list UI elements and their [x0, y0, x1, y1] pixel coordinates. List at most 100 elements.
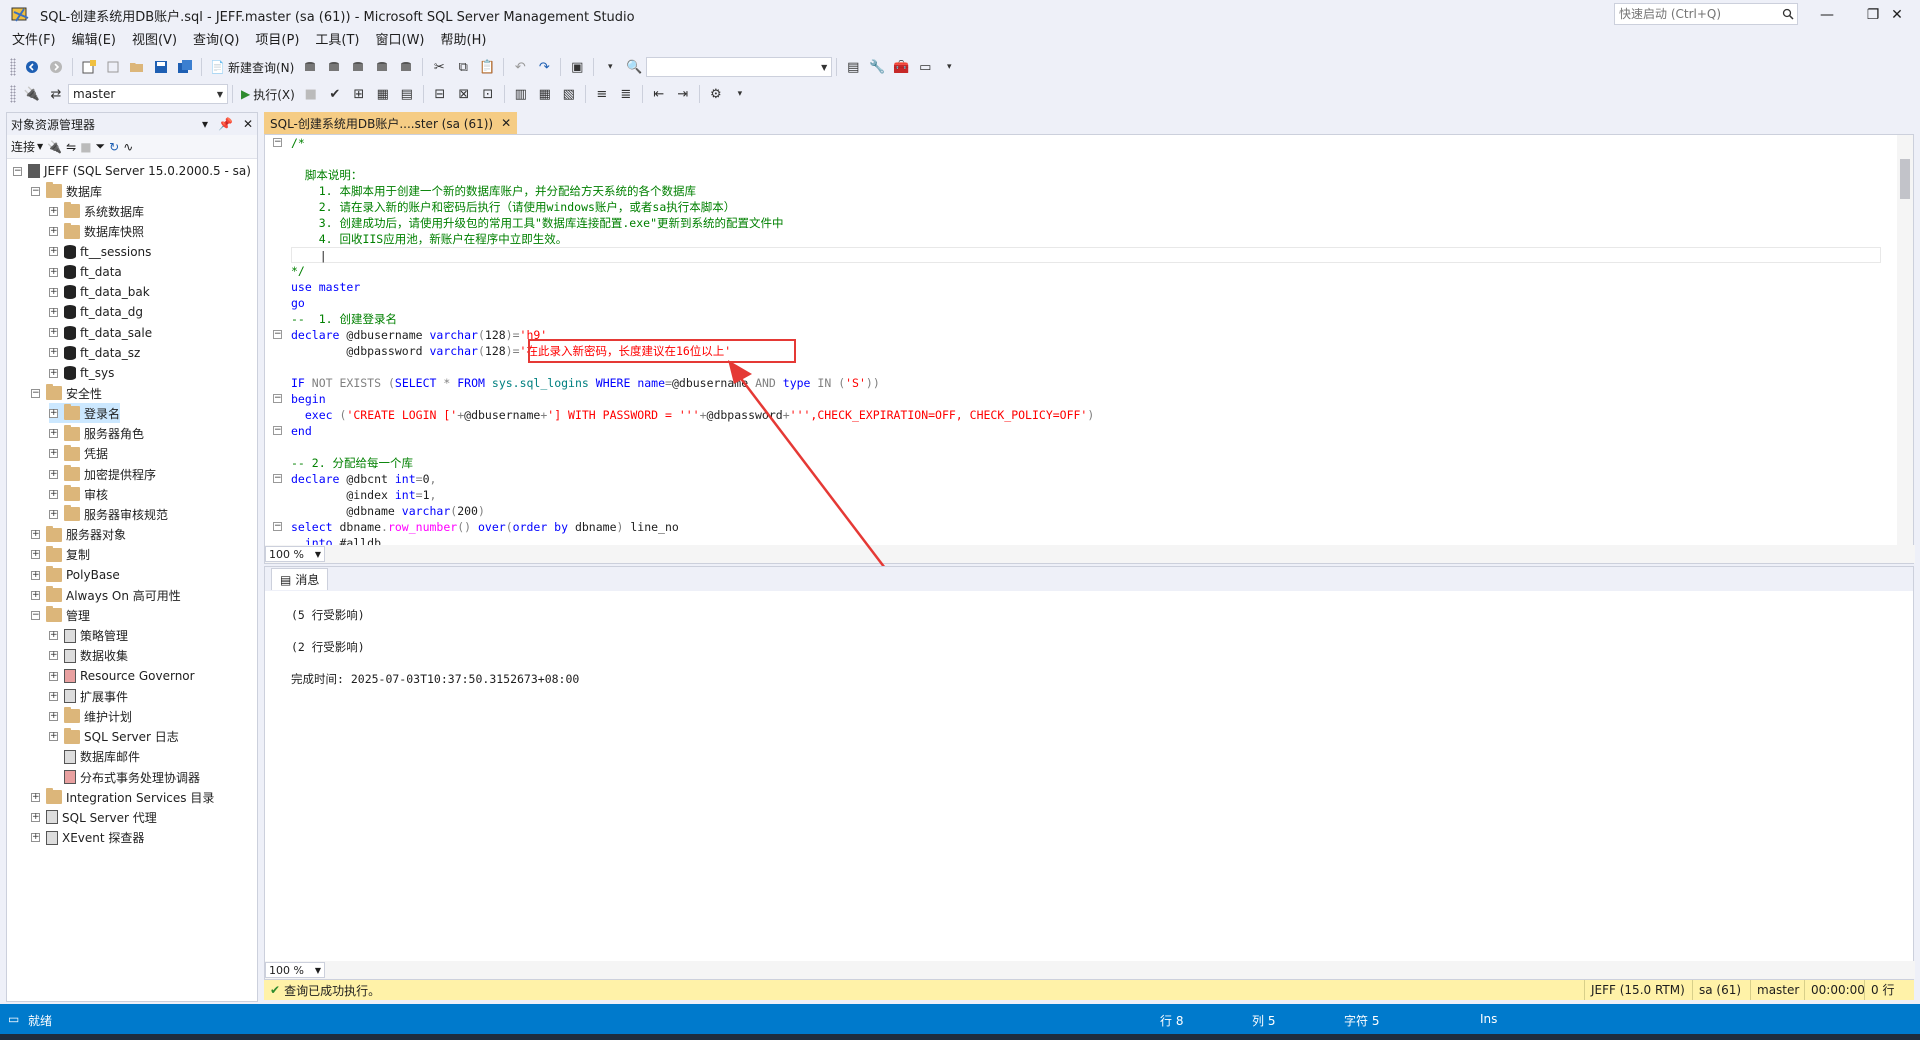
- expand-icon[interactable]: +: [49, 489, 58, 499]
- quick-launch-input[interactable]: [1615, 5, 1779, 23]
- save-icon[interactable]: [150, 56, 172, 78]
- customize-toolbar-icon[interactable]: ▾: [938, 56, 960, 78]
- collapse-icon[interactable]: −: [31, 610, 40, 620]
- tree-node[interactable]: + 服务器对象: [31, 525, 126, 545]
- stop-icon[interactable]: ■: [80, 140, 91, 154]
- tree-node[interactable]: + Always On 高可用性: [31, 585, 181, 605]
- results-horizontal-scrollbar[interactable]: 100 % ▼: [265, 961, 1915, 979]
- tree-node[interactable]: + ft_data_bak: [49, 282, 150, 302]
- new-project-icon[interactable]: [78, 56, 100, 78]
- open-file-icon[interactable]: [126, 56, 148, 78]
- tree-node[interactable]: + ft__sessions: [49, 242, 151, 262]
- window-layout-icon[interactable]: ▭: [914, 56, 936, 78]
- toolbox-icon[interactable]: 🧰: [890, 56, 912, 78]
- parse-icon[interactable]: ✔: [324, 83, 346, 105]
- minimize-button[interactable]: —: [1804, 0, 1850, 30]
- fold-icon[interactable]: −: [273, 138, 282, 147]
- redo-icon[interactable]: ↷: [533, 56, 555, 78]
- menu-edit[interactable]: 编辑(E): [64, 30, 124, 52]
- expand-icon[interactable]: +: [31, 812, 40, 822]
- tree-node[interactable]: − 数据库: [31, 181, 102, 201]
- refresh-icon[interactable]: ↻: [109, 140, 119, 154]
- tree-node[interactable]: + 系统数据库: [49, 201, 144, 221]
- dropdown-icon[interactable]: ▾: [202, 117, 208, 131]
- menu-help[interactable]: 帮助(H): [433, 30, 495, 52]
- fold-icon[interactable]: −: [273, 330, 282, 339]
- close-tab-icon[interactable]: ✕: [501, 116, 511, 130]
- tree-node[interactable]: + ft_data_sale: [49, 323, 152, 343]
- tree-node[interactable]: + XEvent 探查器: [31, 828, 144, 848]
- connect-object-icon[interactable]: 🔌: [47, 140, 62, 154]
- expand-icon[interactable]: +: [49, 348, 58, 358]
- expand-icon[interactable]: +: [49, 408, 58, 418]
- expand-icon[interactable]: +: [49, 429, 58, 439]
- tree-node[interactable]: + PolyBase: [31, 565, 120, 585]
- collapse-icon[interactable]: −: [13, 166, 22, 176]
- quick-launch[interactable]: [1614, 3, 1798, 25]
- expand-icon[interactable]: +: [49, 206, 58, 216]
- comment-icon[interactable]: ≡: [591, 83, 613, 105]
- tree-node[interactable]: + 扩展事件: [49, 686, 128, 706]
- properties-icon[interactable]: ▤: [842, 56, 864, 78]
- filter-icon[interactable]: ⏷: [96, 139, 106, 154]
- expand-icon[interactable]: +: [49, 449, 58, 459]
- results-to-text-icon[interactable]: ▥: [510, 83, 532, 105]
- fold-icon[interactable]: −: [273, 426, 282, 435]
- expand-icon[interactable]: +: [49, 509, 58, 519]
- expand-icon[interactable]: +: [31, 590, 40, 600]
- expand-icon[interactable]: +: [49, 307, 58, 317]
- expand-icon[interactable]: +: [49, 368, 58, 378]
- tree-node[interactable]: + 复制: [31, 545, 90, 565]
- database-combo[interactable]: master ▼: [68, 84, 228, 104]
- add-item-icon[interactable]: [102, 56, 124, 78]
- pin-icon[interactable]: 📌: [218, 117, 233, 131]
- expand-icon[interactable]: +: [49, 691, 58, 701]
- menu-tools[interactable]: 工具(T): [307, 30, 367, 52]
- display-plan-icon[interactable]: ⊞: [348, 83, 370, 105]
- tree-node[interactable]: + 服务器角色: [49, 424, 144, 444]
- new-query-button[interactable]: 📄 新建查询(N): [206, 56, 298, 78]
- tree-node[interactable]: + ft_data: [49, 262, 122, 282]
- find-icon[interactable]: 🔍: [623, 56, 645, 78]
- find-combo[interactable]: ▼: [646, 57, 833, 77]
- mdx-query-icon[interactable]: [323, 56, 345, 78]
- menu-file[interactable]: 文件(F): [4, 30, 64, 52]
- tree-node[interactable]: + SQL Server 代理: [31, 807, 157, 827]
- tree-node[interactable]: + 数据收集: [49, 646, 128, 666]
- stop-icon[interactable]: ■: [300, 83, 322, 105]
- decrease-indent-icon[interactable]: ⇤: [648, 83, 670, 105]
- collapse-icon[interactable]: −: [31, 388, 40, 398]
- fold-icon[interactable]: −: [273, 474, 282, 483]
- expand-icon[interactable]: +: [31, 833, 40, 843]
- customize-toolbar-icon[interactable]: ▾: [729, 83, 751, 105]
- tree-node[interactable]: − JEFF (SQL Server 15.0.2000.5 - sa): [13, 161, 251, 181]
- close-button[interactable]: ✕: [1874, 0, 1920, 30]
- execute-button[interactable]: ▶ 执行(X): [237, 83, 299, 105]
- tree-node[interactable]: − 管理: [31, 605, 90, 625]
- toolbar-grip[interactable]: [10, 85, 16, 103]
- search-icon[interactable]: [1779, 5, 1797, 23]
- tree-node[interactable]: + 审核: [49, 484, 108, 504]
- cut-icon[interactable]: ✂: [428, 56, 450, 78]
- expand-icon[interactable]: +: [31, 530, 40, 540]
- tree-node[interactable]: + 服务器审核规范: [49, 504, 168, 524]
- expand-icon[interactable]: +: [49, 469, 58, 479]
- tab-sql-script[interactable]: SQL-创建系统用DB账户....ster (sa (61)) ✕: [264, 112, 518, 134]
- tree-node[interactable]: + ft_data_dg: [49, 302, 143, 322]
- sql-editor[interactable]: − − − − − − /* 脚本说明： 1. 本脚本用于创建一个新的数据库账户…: [264, 134, 1915, 564]
- tree-node[interactable]: + 策略管理: [49, 626, 128, 646]
- query-designer-icon[interactable]: ▦: [372, 83, 394, 105]
- change-connection-icon[interactable]: ⇄: [45, 83, 67, 105]
- expand-icon[interactable]: +: [49, 711, 58, 721]
- tree-node[interactable]: + SQL Server 日志: [49, 727, 179, 747]
- toolbar-grip[interactable]: [10, 58, 16, 76]
- tree-node[interactable]: + Integration Services 目录: [31, 787, 214, 807]
- dax-query-icon[interactable]: [395, 56, 417, 78]
- results-zoom-combo[interactable]: 100 % ▼: [265, 962, 325, 978]
- undo-icon[interactable]: ↶: [509, 56, 531, 78]
- scroll-thumb[interactable]: [1900, 159, 1910, 199]
- tree-node[interactable]: 数据库邮件: [49, 747, 140, 767]
- expand-icon[interactable]: +: [31, 570, 40, 580]
- db-engine-query-icon[interactable]: [299, 56, 321, 78]
- menu-view[interactable]: 视图(V): [124, 30, 185, 52]
